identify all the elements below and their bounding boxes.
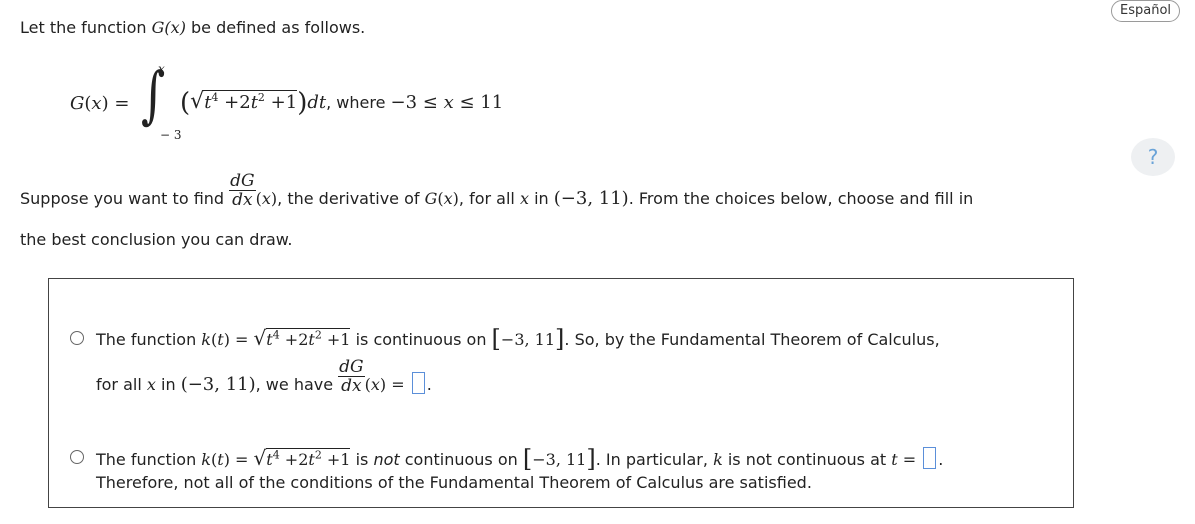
definition-lhs: G(x) =: [70, 93, 130, 114]
dt-label: dt: [307, 92, 327, 113]
choice2-interval: −3, 11: [532, 450, 587, 469]
lower-limit: − 3: [160, 128, 182, 142]
domain-range: −3 ≤ x ≤ 11: [390, 92, 504, 113]
choice1-line1: The function k(t) = √t4 +2t2 +1 is conti…: [96, 325, 940, 353]
not-emphasis: not: [373, 450, 400, 469]
choice1-answer-input[interactable]: [411, 372, 425, 394]
open-interval: (−3, 11): [553, 188, 629, 209]
choice2-answer-input[interactable]: [923, 447, 937, 469]
choice2-radio[interactable]: [70, 450, 84, 464]
choice2-line1: The function k(t) = √t4 +2t2 +1 is not c…: [96, 445, 944, 473]
intro-text: Let the function G(x) be defined as foll…: [20, 18, 365, 37]
choice1-radio[interactable]: [70, 331, 84, 345]
help-icon[interactable]: ?: [1131, 138, 1175, 176]
choice1-line2: for all x in (−3, 11), we have dG dx (x) =…: [96, 357, 432, 396]
language-button[interactable]: Español: [1111, 0, 1181, 22]
question-part4: in: [534, 189, 549, 208]
upper-limit: x: [158, 62, 165, 76]
where-label: where: [336, 93, 386, 112]
intro-part1: Let the function: [20, 18, 152, 37]
question-line2: the best conclusion you can draw.: [20, 230, 293, 249]
choice1-derivative-fraction: dG dx: [338, 357, 365, 396]
choices-container: The function k(t) = √t4 +2t2 +1 is conti…: [48, 278, 1074, 508]
choice2-line2: Therefore, not all of the conditions of …: [96, 473, 812, 492]
derivative-fraction: dG dx: [229, 171, 256, 210]
choice1-open-interval: (−3, 11): [180, 374, 256, 395]
question-part5: . From the choices below, choose and fil…: [628, 189, 974, 208]
question-text: Suppose you want to find dG dx (x), the de…: [20, 171, 974, 210]
question-part3: , for all: [458, 189, 515, 208]
function-name: G(x): [151, 18, 186, 37]
question-part2: , the derivative of: [277, 189, 420, 208]
intro-part2: be defined as follows.: [185, 18, 366, 37]
question-part1: Suppose you want to find: [20, 189, 225, 208]
integrand: (√t4 +2t2 +1)dt, where −3 ≤ x ≤ 11: [180, 88, 504, 118]
choice1-interval: −3, 11: [500, 330, 556, 349]
